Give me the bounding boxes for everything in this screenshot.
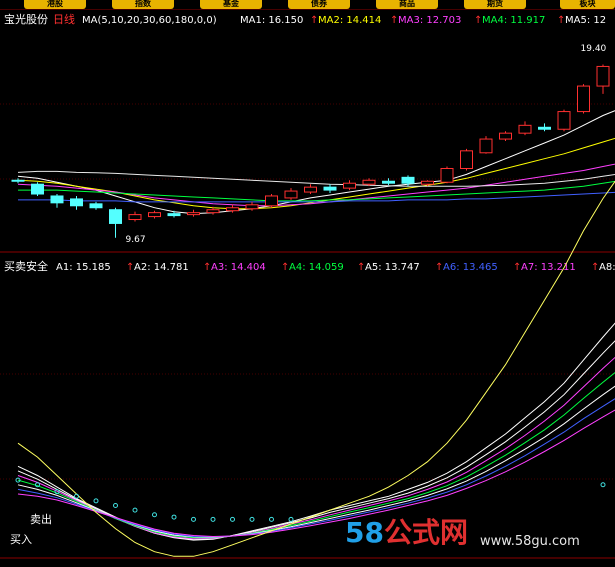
sar-dot-4 bbox=[93, 498, 99, 504]
candle-body-29 bbox=[577, 85, 590, 113]
sar-dot-13 bbox=[269, 516, 274, 522]
candle-body-7 bbox=[148, 212, 161, 218]
candle-body-1 bbox=[31, 183, 44, 195]
candle-body-25 bbox=[499, 132, 512, 140]
candle-body-3 bbox=[70, 198, 83, 207]
sar-dot-11 bbox=[230, 516, 235, 522]
candle-body-24 bbox=[479, 138, 493, 154]
indicator-line-A7 bbox=[17, 409, 615, 538]
high-price-label: 19.40 bbox=[581, 44, 607, 54]
candle-body-27 bbox=[538, 126, 551, 130]
candle-body-8 bbox=[167, 213, 181, 217]
candle-body-18 bbox=[362, 179, 376, 185]
sar-dot-3 bbox=[74, 493, 79, 499]
candles bbox=[11, 64, 610, 238]
indicator-line-A3 bbox=[17, 356, 615, 540]
candle-body-17 bbox=[343, 182, 356, 189]
candle-body-12 bbox=[245, 204, 259, 210]
ma-value-3: MA4: 11.917 bbox=[482, 15, 545, 26]
indicator-value-5: A6: 13.465 bbox=[443, 262, 498, 273]
toolbar-button-index[interactable]: 指数 bbox=[112, 0, 174, 9]
top-toolbar: 港股 指数 基金 债券 商品 期货 板块 bbox=[0, 0, 615, 9]
indicator-value-0: A1: 15.185 bbox=[56, 262, 111, 273]
sar-dot-9 bbox=[191, 516, 196, 522]
sar-dot-30 bbox=[600, 482, 606, 488]
ma-params: MA(5,10,20,30,60,180,0,0) bbox=[82, 15, 217, 26]
sar-dot-5 bbox=[113, 503, 118, 509]
ma-value-2: MA3: 12.703 bbox=[398, 15, 461, 26]
sar-dot-8 bbox=[171, 514, 177, 520]
toolbar-button-hk[interactable]: 港股 bbox=[24, 0, 86, 9]
candle-body-16 bbox=[323, 186, 337, 191]
candle-body-14 bbox=[284, 190, 298, 199]
indicator-value-2: A3: 14.404 bbox=[211, 262, 266, 273]
indicator-value-3: A4: 14.059 bbox=[289, 262, 344, 273]
indicator-lines bbox=[17, 180, 615, 557]
indicator-line-A1 bbox=[17, 322, 615, 541]
candle-body-13 bbox=[265, 195, 278, 207]
indicator-value-7: A8: bbox=[599, 262, 615, 273]
low-price-label: 9.67 bbox=[126, 235, 146, 245]
sar-dot-6 bbox=[132, 507, 138, 513]
candle-body-4 bbox=[89, 203, 103, 209]
indicator-line-A4 bbox=[17, 371, 615, 539]
toolbar-button-bond[interactable]: 债券 bbox=[288, 0, 350, 9]
sar-dot-7 bbox=[152, 512, 157, 518]
sar-dot-14 bbox=[288, 516, 294, 522]
candle-body-15 bbox=[304, 186, 317, 193]
toolbar-button-futures[interactable]: 期货 bbox=[464, 0, 526, 9]
candle-body-2 bbox=[50, 195, 64, 204]
toolbar-button-sector[interactable]: 板块 bbox=[560, 0, 615, 9]
ma-values: MA1: 16.150 ↑ MA2: 14.414 ↑ MA3: 12.703 ↑ MA4:… bbox=[240, 15, 606, 26]
indicator-line-A2 bbox=[17, 340, 615, 540]
watermark-logo: 58公式网 bbox=[345, 516, 468, 550]
watermark-logo-text: 公式网 bbox=[383, 516, 468, 549]
toolbar-button-fund[interactable]: 基金 bbox=[200, 0, 262, 9]
ma-value-4: MA5: 12 bbox=[565, 15, 606, 26]
ma-value-0: MA1: 16.150 bbox=[240, 15, 303, 26]
sar-dot-12 bbox=[249, 516, 255, 522]
indicator-value-6: A7: 13.211 bbox=[521, 262, 576, 273]
stock-chart[interactable]: 宝光股份 日线 MA(5,10,20,30,60,180,0,0) MA1: 1… bbox=[0, 9, 615, 567]
indicator-values: A1: 15.185 ↑ A2: 14.781 ↑ A3: 14.404 ↑ A4: 14.… bbox=[56, 262, 615, 273]
candle-body-10 bbox=[206, 209, 220, 214]
indicator-value-1: A2: 14.781 bbox=[134, 262, 189, 273]
buy-signal-label: 买入 bbox=[10, 533, 32, 546]
candle-body-19 bbox=[382, 180, 395, 184]
candle-body-26 bbox=[518, 124, 532, 134]
candle-body-6 bbox=[128, 214, 142, 221]
candle-body-22 bbox=[440, 167, 454, 183]
candle-body-9 bbox=[187, 212, 200, 216]
candle-body-28 bbox=[557, 111, 571, 130]
sar-dot-10 bbox=[210, 516, 216, 522]
stock-name: 宝光股份 bbox=[4, 12, 48, 26]
indicator-line-A8 bbox=[17, 180, 615, 557]
candle-body-11 bbox=[226, 207, 239, 212]
period-label: 日线 bbox=[53, 12, 75, 26]
toolbar-button-commodity[interactable]: 商品 bbox=[376, 0, 438, 9]
sell-signal-label: 卖出 bbox=[30, 512, 52, 526]
indicator-name: 买卖安全 bbox=[4, 259, 48, 273]
candle-body-0 bbox=[11, 179, 25, 182]
candle-body-20 bbox=[401, 176, 415, 184]
watermark-logo-number: 58 bbox=[345, 516, 384, 549]
grid-lines bbox=[0, 9, 615, 559]
ma-value-1: MA2: 14.414 bbox=[318, 15, 381, 26]
watermark-url: www.58gu.com bbox=[480, 534, 580, 549]
upper-header: 宝光股份 日线 MA(5,10,20,30,60,180,0,0) bbox=[4, 12, 217, 26]
ma-line-ma2 bbox=[17, 137, 615, 210]
candle-body-21 bbox=[421, 180, 434, 185]
candle-body-23 bbox=[460, 150, 473, 169]
candle-body-5 bbox=[109, 209, 122, 224]
candle-body-30 bbox=[596, 65, 610, 87]
lower-header: 买卖安全 bbox=[4, 259, 48, 273]
indicator-value-4: A5: 13.747 bbox=[365, 262, 420, 273]
